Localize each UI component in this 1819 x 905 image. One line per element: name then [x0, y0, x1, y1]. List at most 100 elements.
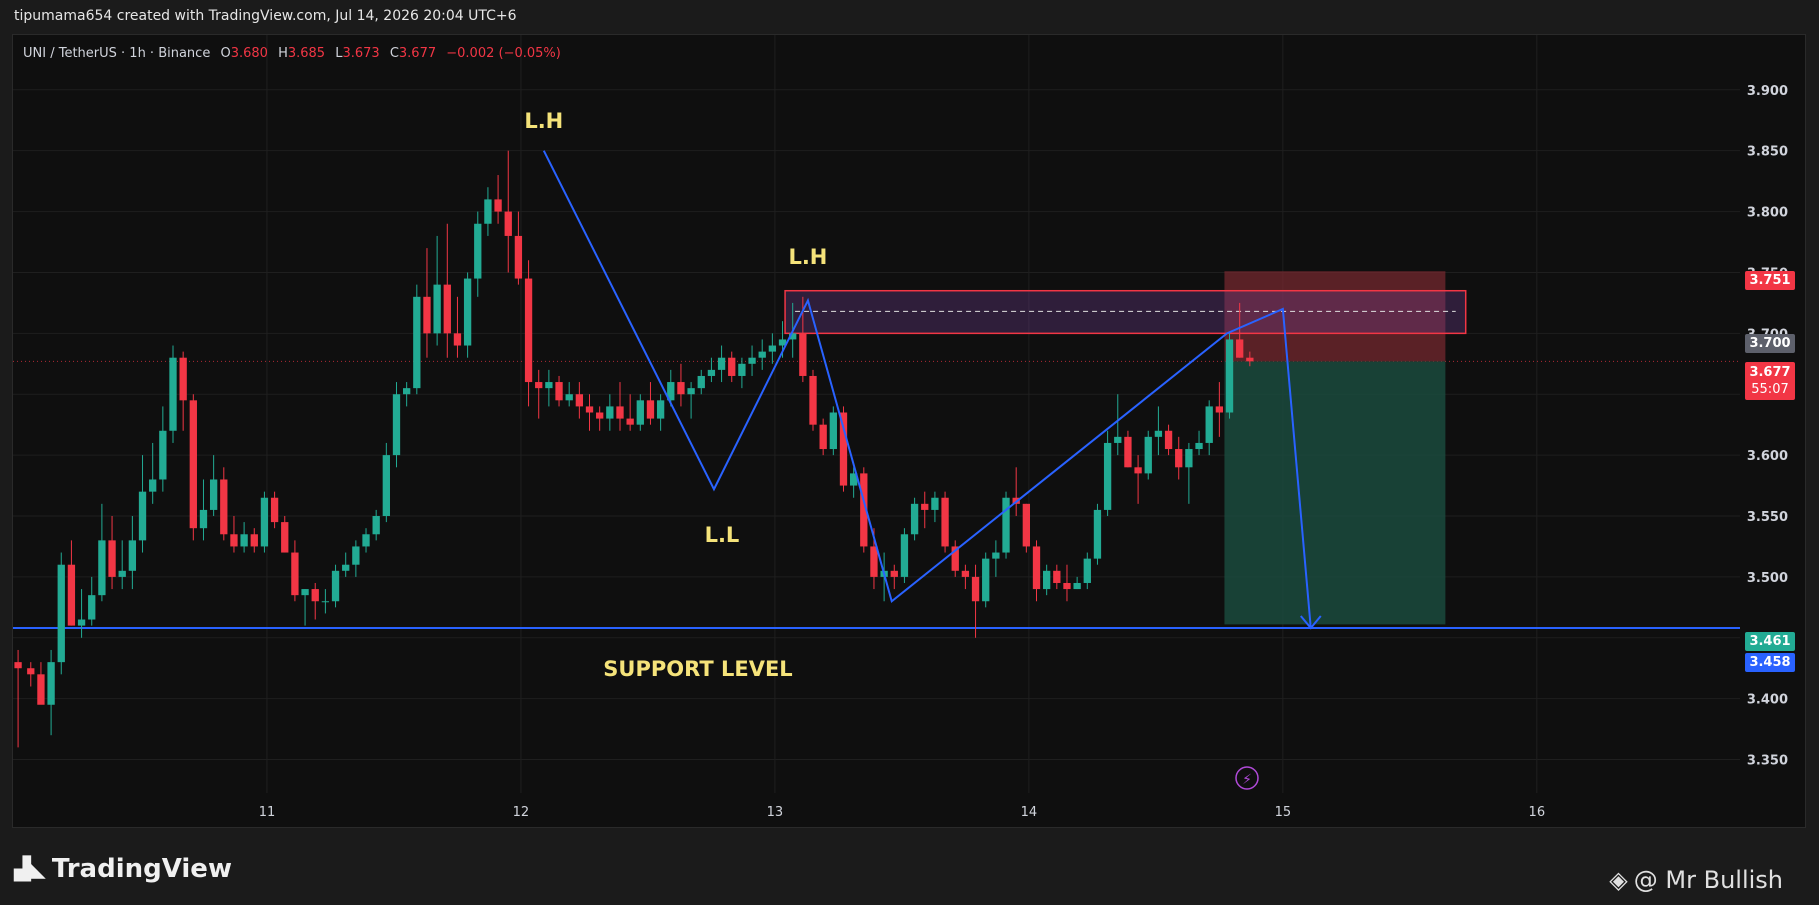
- candle-body: [118, 570, 126, 577]
- candle-body: [230, 534, 238, 547]
- x-tick-label: 12: [513, 805, 530, 820]
- candle-body: [57, 564, 65, 663]
- candle-body: [250, 534, 258, 547]
- candle-body: [443, 284, 451, 334]
- x-tick-label: 13: [767, 805, 784, 820]
- symbol-info: UNI / TetherUS · 1h · Binance O3.680 H3.…: [23, 46, 561, 61]
- candle-body: [159, 430, 167, 480]
- candle-body: [545, 382, 553, 389]
- candle-body: [728, 357, 736, 376]
- candle-body: [301, 589, 309, 596]
- candle-body: [392, 394, 401, 456]
- y-tick-label: 3.500: [1747, 571, 1788, 586]
- candle-body: [982, 558, 990, 602]
- candle-body: [961, 570, 970, 577]
- candle-body: [321, 601, 330, 603]
- candle-body: [616, 406, 624, 419]
- candle-body: [677, 382, 685, 395]
- candle-body: [910, 503, 919, 535]
- candle-body: [88, 595, 96, 620]
- lightning-glyph: ⚡: [1242, 772, 1252, 788]
- author-text: @ Mr Bullish: [1633, 866, 1783, 894]
- candle-body: [992, 552, 1000, 559]
- candle-body: [1022, 503, 1030, 547]
- candle-body: [819, 424, 827, 450]
- label-lower-low: L.L: [705, 523, 740, 547]
- candle-body: [281, 522, 289, 553]
- x-tick-label: 15: [1275, 805, 1292, 820]
- candle-body: [565, 394, 573, 401]
- label-lower-high-1: L.H: [524, 109, 563, 133]
- candle-body: [1134, 467, 1142, 474]
- target-zone: [1224, 361, 1446, 625]
- price-tag-support: 3.458: [1745, 653, 1795, 672]
- candle-body: [758, 351, 766, 358]
- candle-body: [138, 491, 147, 541]
- candle-body: [748, 357, 756, 364]
- brand-text: TradingView: [51, 854, 232, 884]
- candle-body: [585, 406, 594, 413]
- open-value: 3.680: [230, 46, 268, 61]
- candle-body: [352, 546, 360, 565]
- candle-body: [656, 400, 665, 419]
- label-lower-high-2: L.H: [788, 245, 827, 269]
- candle-body: [596, 412, 604, 419]
- candle-body: [606, 406, 614, 419]
- candle-body: [453, 333, 462, 346]
- symbol-name[interactable]: UNI / TetherUS · 1h · Binance: [23, 46, 210, 61]
- candle-body: [1205, 406, 1213, 443]
- candle-body: [27, 668, 35, 675]
- candle-body: [1063, 582, 1071, 590]
- candle-body: [941, 497, 949, 547]
- candle-body: [98, 540, 106, 596]
- candle-body: [494, 199, 502, 212]
- candle-body: [1246, 357, 1254, 362]
- candle-body: [1043, 570, 1051, 590]
- candle-body: [270, 497, 279, 523]
- price-tag-last: 3.677 55:07: [1745, 362, 1795, 400]
- candle-body: [1114, 436, 1122, 443]
- candle-body: [1124, 436, 1132, 468]
- candle-body: [524, 278, 533, 383]
- x-tick-label: 16: [1529, 805, 1546, 820]
- candle-body: [291, 552, 299, 596]
- candle-body: [169, 357, 177, 431]
- candle-body: [646, 400, 655, 419]
- candle-body: [463, 278, 472, 346]
- candle-body: [1215, 406, 1224, 413]
- y-tick-label: 3.550: [1747, 510, 1788, 525]
- close-label: C: [389, 46, 399, 61]
- candle-body: [900, 534, 909, 577]
- candle-body: [382, 455, 390, 517]
- candle-body: [839, 412, 848, 486]
- candle-body: [1225, 339, 1234, 413]
- candle-body: [1073, 582, 1081, 590]
- countdown-value: 55:07: [1751, 382, 1789, 397]
- candle-body: [189, 400, 197, 529]
- candle-body: [108, 540, 116, 577]
- candle-body: [1093, 509, 1102, 559]
- candle-body: [260, 497, 269, 547]
- y-tick-label: 3.600: [1747, 449, 1788, 464]
- binance-diamond-icon: ◈: [1609, 866, 1628, 894]
- candle-body: [555, 382, 563, 401]
- candle-body: [372, 516, 380, 535]
- price-tag-target: 3.461: [1745, 632, 1795, 651]
- candle-body: [128, 540, 137, 571]
- candle-body: [484, 199, 492, 224]
- candle-body: [14, 662, 22, 669]
- candle-body: [1032, 546, 1041, 590]
- chart-canvas[interactable]: 3.3503.4003.4503.5003.5503.6003.6503.700…: [0, 0, 1819, 905]
- candle-body: [331, 570, 340, 602]
- candle-body: [342, 564, 350, 571]
- candle-body: [931, 497, 939, 510]
- candle-body: [1164, 430, 1173, 450]
- candle-body: [1002, 497, 1010, 553]
- y-tick-label: 3.850: [1747, 145, 1788, 160]
- candle-body: [707, 369, 716, 376]
- change-value: −0.002 (−0.05%): [446, 46, 561, 61]
- candle-body: [687, 388, 695, 395]
- tradingview-brand[interactable]: ▟◣ TradingView: [14, 854, 232, 884]
- low-value: 3.673: [342, 46, 380, 61]
- candle-body: [311, 589, 319, 602]
